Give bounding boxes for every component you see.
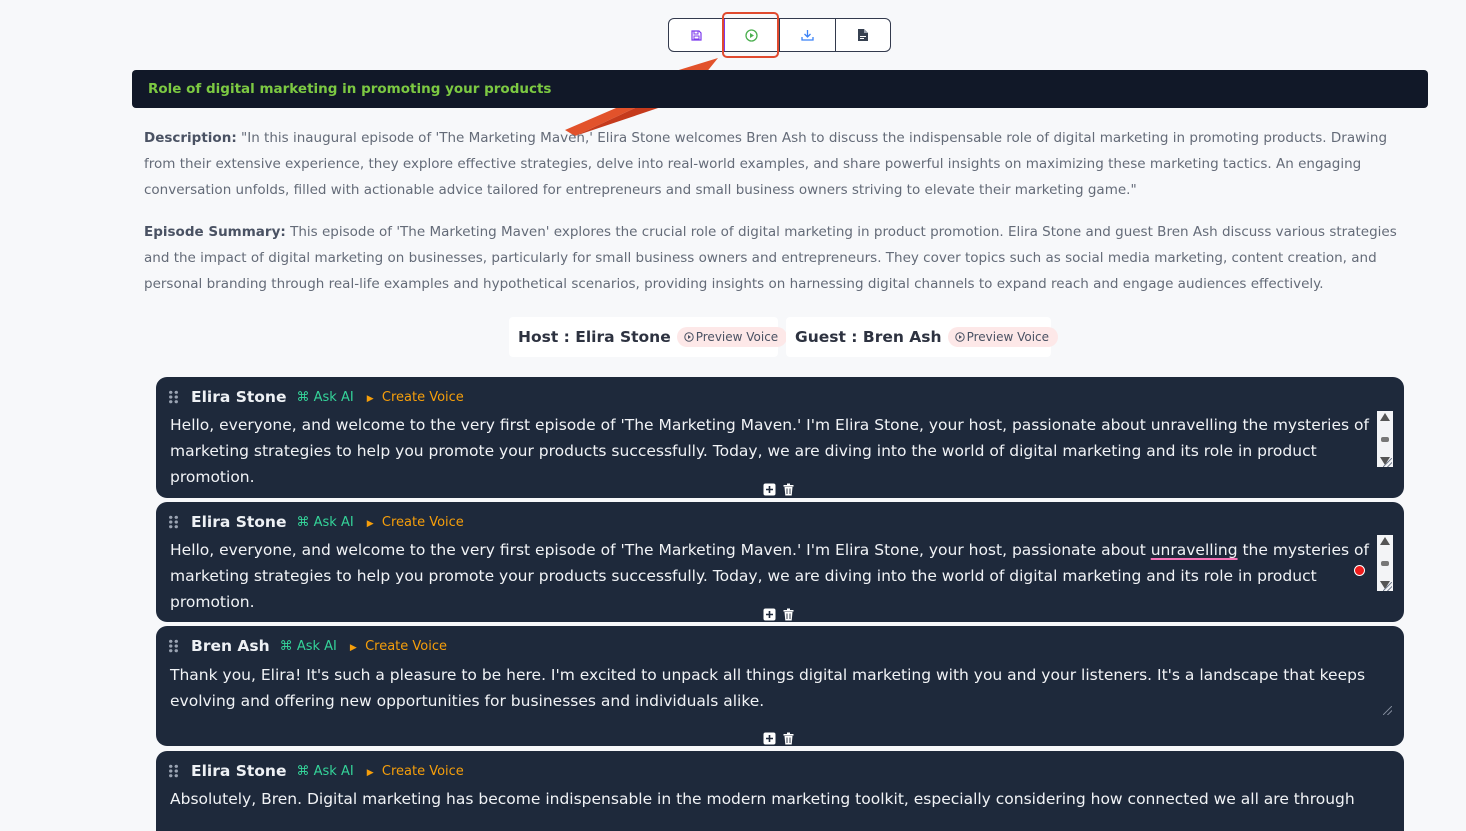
play-button[interactable] [725, 19, 780, 51]
create-voice-button[interactable]: ▶ Create Voice [350, 639, 447, 654]
segment-text-input[interactable]: Absolutely, Bren. Digital marketing has … [170, 786, 1390, 812]
episode-title-bar: Role of digital marketing in promoting y… [132, 70, 1428, 108]
episode-summary: Episode Summary: This episode of 'The Ma… [144, 219, 1409, 297]
scroll-thumb [1381, 436, 1389, 442]
segment-text-input[interactable]: Hello, everyone, and welcome to the very… [170, 412, 1370, 490]
resize-handle-icon[interactable] [1383, 458, 1392, 467]
create-voice-label: Create Voice [365, 638, 447, 654]
play-circle-icon [954, 332, 965, 342]
play-circle-icon [684, 332, 694, 342]
save-icon [691, 29, 702, 41]
segment-speaker: Elira Stone [191, 388, 287, 406]
host-label: Host : Elira Stone [518, 328, 671, 346]
create-voice-button[interactable]: ▶ Create Voice [367, 390, 464, 405]
editor-toolbar [668, 18, 891, 52]
drag-handle-icon[interactable] [168, 639, 179, 653]
guest-preview-label: Preview Voice [966, 330, 1050, 344]
add-segment-icon[interactable] [763, 608, 776, 621]
delete-segment-icon[interactable] [782, 732, 795, 745]
script-segment: Elira Stone ⌘ Ask AI ▶ Create Voice Abso… [156, 751, 1404, 831]
ask-ai-button[interactable]: ⌘ Ask AI [280, 639, 337, 654]
ask-ai-label: Ask AI [296, 638, 337, 654]
segment-speaker: Elira Stone [191, 513, 287, 531]
spellcheck-flagged-word[interactable]: unravelling [1151, 541, 1238, 559]
download-button[interactable] [780, 19, 836, 51]
create-voice-button[interactable]: ▶ Create Voice [367, 515, 464, 530]
guest-voice-card: Guest : Bren Ash Preview Voice [786, 317, 1059, 357]
host-preview-label: Preview Voice [695, 330, 779, 344]
segment-text-input[interactable]: Thank you, Elira! It's such a pleasure t… [170, 662, 1390, 714]
create-voice-label: Create Voice [381, 763, 464, 779]
description-label: Description: [144, 130, 237, 146]
resize-handle-icon[interactable] [1383, 706, 1392, 715]
guest-label: Guest : Bren Ash [795, 328, 942, 346]
episode-title: Role of digital marketing in promoting y… [148, 81, 552, 97]
host-preview-voice-button[interactable]: Preview Voice [676, 327, 788, 347]
guest-preview-voice-button[interactable]: Preview Voice [947, 327, 1059, 347]
drag-handle-icon[interactable] [168, 764, 179, 778]
download-icon [801, 30, 814, 41]
ask-ai-label: Ask AI [313, 514, 354, 530]
cursor-indicator-dot [1354, 565, 1365, 576]
create-voice-label: Create Voice [381, 514, 464, 530]
summary-label: Episode Summary: [144, 224, 286, 240]
create-voice-label: Create Voice [381, 389, 464, 405]
document-icon [857, 29, 868, 41]
ask-ai-button[interactable]: ⌘ Ask AI [296, 515, 353, 530]
create-voice-button[interactable]: ▶ Create Voice [367, 764, 464, 779]
ask-ai-label: Ask AI [313, 763, 354, 779]
ask-ai-button[interactable]: ⌘ Ask AI [296, 764, 353, 779]
scroll-up-icon [1380, 413, 1390, 421]
scroll-thumb [1381, 560, 1389, 566]
segment-speaker: Bren Ash [191, 637, 270, 655]
segment-text-input[interactable]: Hello, everyone, and welcome to the very… [170, 537, 1370, 615]
host-voice-card: Host : Elira Stone Preview Voice [509, 317, 788, 357]
delete-segment-icon[interactable] [782, 483, 795, 496]
drag-handle-icon[interactable] [168, 515, 179, 529]
script-segment: Bren Ash ⌘ Ask AI ▶ Create Voice Thank y… [156, 626, 1404, 746]
ask-ai-label: Ask AI [313, 389, 354, 405]
ask-ai-button[interactable]: ⌘ Ask AI [296, 390, 353, 405]
add-segment-icon[interactable] [763, 483, 776, 496]
scroll-up-icon [1380, 537, 1390, 545]
play-icon [745, 28, 758, 42]
script-segment: Elira Stone ⌘ Ask AI ▶ Create Voice Hell… [156, 502, 1404, 622]
summary-text: This episode of 'The Marketing Maven' ex… [144, 224, 1397, 292]
episode-description: Description: "In this inaugural episode … [144, 125, 1409, 203]
script-segment: Elira Stone ⌘ Ask AI ▶ Create Voice Hell… [156, 377, 1404, 498]
resize-handle-icon[interactable] [1383, 582, 1392, 591]
segment-speaker: Elira Stone [191, 762, 287, 780]
delete-segment-icon[interactable] [782, 608, 795, 621]
add-segment-icon[interactable] [763, 732, 776, 745]
save-button[interactable] [669, 19, 725, 51]
drag-handle-icon[interactable] [168, 390, 179, 404]
description-text: "In this inaugural episode of 'The Marke… [144, 130, 1388, 198]
export-document-button[interactable] [836, 19, 891, 51]
text-before: Hello, everyone, and welcome to the very… [170, 541, 1151, 559]
